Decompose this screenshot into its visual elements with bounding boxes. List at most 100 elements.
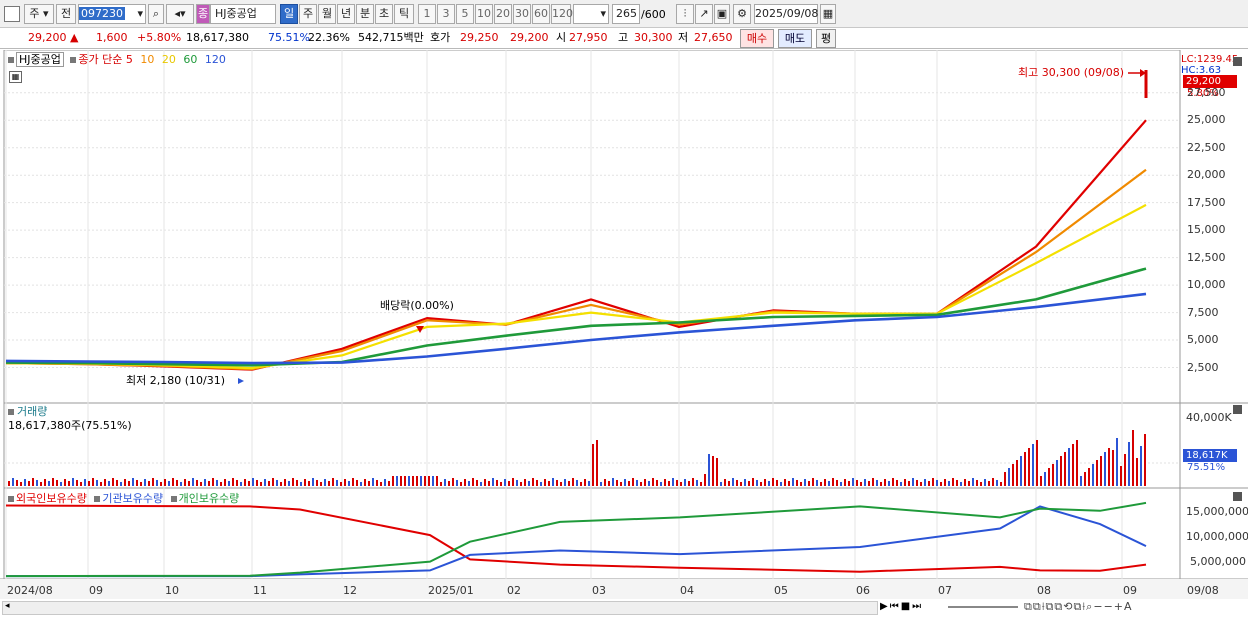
- volume-bar: [1000, 482, 1002, 486]
- volume-bar: [324, 479, 326, 486]
- candle-type-icon[interactable]: ⫶: [676, 4, 694, 24]
- volume-bar: [740, 482, 742, 486]
- compare-icon[interactable]: ⧉: [1033, 600, 1042, 613]
- volume-bar: [956, 480, 958, 486]
- custom-unit-dropdown-icon[interactable]: ▾: [600, 5, 606, 23]
- unit-5[interactable]: 5: [456, 4, 474, 24]
- volume-bar: [980, 482, 982, 486]
- holding-panel-close-icon[interactable]: [1233, 492, 1242, 501]
- volume-bar: [1076, 440, 1078, 486]
- legend-foreign-square-icon: [8, 496, 14, 502]
- unit-120[interactable]: 120: [551, 4, 573, 24]
- copy-icon[interactable]: ⧉: [1054, 600, 1063, 613]
- legend-institution[interactable]: 기관보유수량: [102, 492, 163, 505]
- legend-ma20: 20: [161, 53, 176, 66]
- step-forward-icon[interactable]: ⏭: [912, 601, 923, 612]
- window-icon[interactable]: [4, 6, 20, 22]
- speaker-icon[interactable]: ◂▾: [166, 4, 194, 24]
- volume-bar: [828, 481, 830, 486]
- settings-gear-icon[interactable]: ⚙: [733, 4, 751, 24]
- volume-bar: [636, 480, 638, 486]
- save-icon[interactable]: ▣: [714, 4, 730, 24]
- volume-bar: [52, 478, 54, 486]
- period-tick[interactable]: 틱: [394, 4, 414, 24]
- unit-3[interactable]: 3: [437, 4, 455, 24]
- volume-bar: [644, 479, 646, 486]
- panel-icon[interactable]: ⧉: [1024, 600, 1033, 613]
- refresh-icon[interactable]: ⟲: [1063, 600, 1073, 613]
- custom-unit-select[interactable]: ▾: [573, 4, 609, 24]
- minus-icon[interactable]: −: [1104, 600, 1114, 613]
- unit-10[interactable]: 10: [475, 4, 493, 24]
- code-dropdown-icon[interactable]: ▾: [137, 5, 143, 23]
- volume-ratio: 75.51%: [268, 31, 310, 44]
- font-size-icon[interactable]: A: [1124, 600, 1133, 613]
- stop-icon[interactable]: ■: [901, 601, 912, 612]
- period-day[interactable]: 일: [280, 4, 298, 24]
- zoom-in-icon[interactable]: +: [1114, 600, 1124, 613]
- price-panel-close-icon[interactable]: [1233, 57, 1242, 66]
- volume-bar: [364, 479, 366, 486]
- volume-bar: [824, 479, 826, 486]
- stock-name[interactable]: HJ중공업: [210, 4, 276, 24]
- volume-bar: [932, 478, 934, 486]
- period-year[interactable]: 년: [337, 4, 355, 24]
- eval-button[interactable]: 평: [816, 29, 836, 48]
- grid-table-icon[interactable]: ▦: [9, 71, 22, 83]
- volume-panel-close-icon[interactable]: [1233, 405, 1242, 414]
- bid-price-1: 29,250: [460, 31, 499, 44]
- volume-bar: [64, 479, 66, 486]
- legend-foreign[interactable]: 외국인보유수량: [16, 492, 87, 505]
- sell-button[interactable]: 매도: [778, 29, 812, 48]
- volume-bar: [44, 479, 46, 486]
- calendar-icon[interactable]: ▦: [820, 4, 836, 24]
- volume-bar: [476, 480, 478, 486]
- unit-1[interactable]: 1: [418, 4, 436, 24]
- period-week[interactable]: 주: [299, 4, 317, 24]
- holding-axis-tick-10m: 10,000,000: [1186, 530, 1248, 543]
- volume-title[interactable]: 거래량: [17, 405, 47, 418]
- volume-bar: [1132, 430, 1134, 486]
- count-input[interactable]: 265: [612, 4, 640, 24]
- code-input[interactable]: 097230 ▾: [78, 4, 146, 24]
- price-axis-tick: 22,500: [1187, 140, 1226, 154]
- volume-bar: [28, 481, 30, 486]
- step-back-icon[interactable]: ⏮: [890, 601, 901, 612]
- unit-30[interactable]: 30: [513, 4, 531, 24]
- volume-bar: [976, 480, 978, 486]
- volume-bar: [308, 481, 310, 486]
- buy-button[interactable]: 매수: [740, 29, 774, 48]
- legend-individual[interactable]: 개인보유수량: [179, 492, 240, 505]
- type-select[interactable]: 주 ▾: [24, 4, 54, 24]
- zoom-slider[interactable]: [948, 606, 1018, 608]
- play-icon[interactable]: ▶: [880, 601, 890, 612]
- volume-bar: [1112, 450, 1114, 486]
- volume-bar: [1124, 454, 1126, 486]
- unit-20[interactable]: 20: [494, 4, 512, 24]
- volume-bar: [576, 480, 578, 486]
- draw-tool-icon[interactable]: ↗: [695, 4, 713, 24]
- legend-stock-name[interactable]: HJ중공업: [16, 52, 64, 67]
- volume-bar: [596, 440, 598, 486]
- period-month[interactable]: 월: [318, 4, 336, 24]
- search-icon[interactable]: ⌕: [148, 4, 164, 24]
- volume-bar: [440, 482, 442, 486]
- volume-bar: [388, 481, 390, 486]
- volume-bar: [404, 476, 406, 486]
- unit-60[interactable]: 60: [532, 4, 550, 24]
- period-second[interactable]: 초: [375, 4, 393, 24]
- date-input[interactable]: 2025/09/08: [754, 4, 818, 24]
- volume-bar: [840, 482, 842, 486]
- image-icon[interactable]: ⧉: [1073, 600, 1082, 613]
- period-minute[interactable]: 분: [356, 4, 374, 24]
- legend-ma-title[interactable]: 종가 단순: [78, 53, 122, 66]
- zoom-out-icon[interactable]: −: [1093, 600, 1103, 613]
- bid-price-2: 29,200: [510, 31, 549, 44]
- volume-bar: [72, 478, 74, 486]
- volume-bar: [1044, 472, 1046, 486]
- scroll-left-icon[interactable]: ◂: [5, 601, 10, 611]
- prev-button[interactable]: 전: [56, 4, 76, 24]
- volume-bar: [232, 478, 234, 486]
- scroll-track[interactable]: ◂: [2, 601, 878, 615]
- chart-canvas[interactable]: [0, 50, 1248, 621]
